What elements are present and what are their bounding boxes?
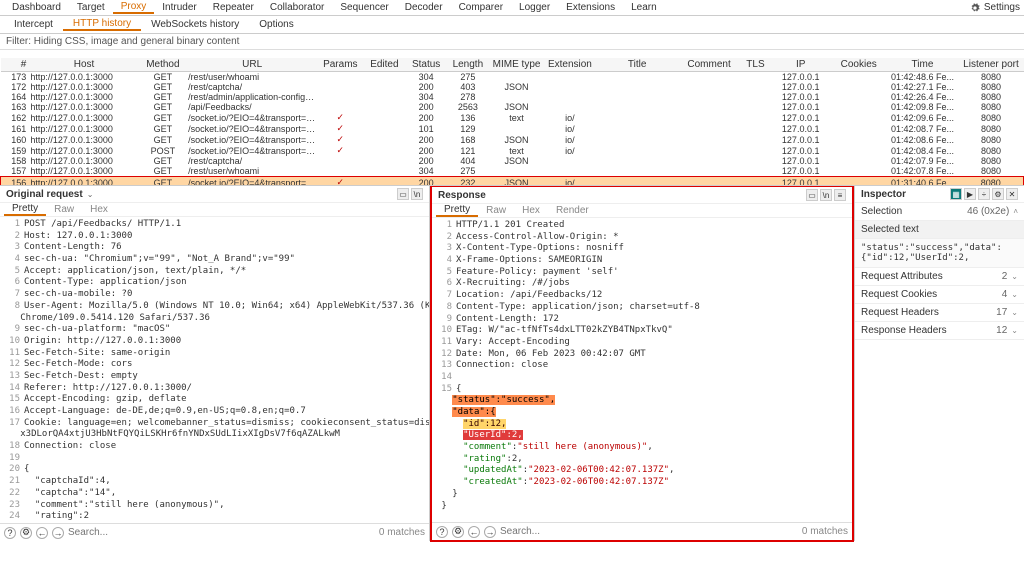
response-title: Response: [438, 190, 486, 201]
inspector-request-cookies[interactable]: Request Cookies4⌄: [855, 286, 1024, 304]
proxy-submenu: InterceptHTTP historyWebSockets historyO…: [0, 16, 1024, 34]
play-icon[interactable]: ▶: [964, 188, 976, 200]
main-menubar: DashboardTargetProxyIntruderRepeaterColl…: [0, 0, 1024, 16]
menu-extensions[interactable]: Extensions: [558, 2, 623, 13]
submenu-options[interactable]: Options: [249, 19, 303, 30]
inspector-pane: Inspector ▦ ▶ ÷ ⚙ ✕ Selection 46 (0x2e)˄…: [854, 186, 1024, 541]
col-url[interactable]: URL: [186, 58, 318, 72]
col-params[interactable]: Params: [318, 58, 362, 72]
settings-search-icon[interactable]: ⚙: [452, 526, 464, 538]
newline-icon[interactable]: \n: [820, 189, 832, 201]
prev-match-icon[interactable]: ←: [36, 527, 48, 539]
col-cookies[interactable]: Cookies: [831, 58, 887, 72]
tab-raw[interactable]: Raw: [46, 204, 82, 215]
tab-raw[interactable]: Raw: [478, 205, 514, 216]
selection-row[interactable]: Selection 46 (0x2e)˄: [855, 203, 1024, 221]
menu-dashboard[interactable]: Dashboard: [4, 2, 69, 13]
gear-icon: [970, 3, 980, 13]
response-match-count: 0 matches: [802, 526, 848, 537]
inspector-title: Inspector: [861, 189, 906, 200]
columns-icon[interactable]: ▦: [950, 188, 962, 200]
col-host[interactable]: Host: [28, 58, 139, 72]
request-tabs: PrettyRawHex: [0, 203, 429, 217]
request-search-input[interactable]: [68, 527, 375, 538]
prev-match-icon[interactable]: ←: [468, 526, 480, 538]
col-mimetype[interactable]: MIME type: [490, 58, 543, 72]
menu-repeater[interactable]: Repeater: [205, 2, 262, 13]
col-time[interactable]: Time: [887, 58, 959, 72]
gear-icon[interactable]: ⚙: [992, 188, 1004, 200]
response-search-input[interactable]: [500, 526, 798, 537]
menu-learn[interactable]: Learn: [623, 2, 665, 13]
request-title: Original request: [6, 189, 83, 200]
col-comment[interactable]: Comment: [678, 58, 741, 72]
next-match-icon[interactable]: →: [484, 526, 496, 538]
menu-intruder[interactable]: Intruder: [154, 2, 204, 13]
request-body[interactable]: 1POST /api/Feedbacks/ HTTP/1.12Host: 127…: [0, 217, 429, 523]
response-body[interactable]: 1HTTP/1.1 201 Created2Access-Control-All…: [432, 218, 852, 522]
tab-render[interactable]: Render: [548, 205, 597, 216]
col-ip[interactable]: IP: [771, 58, 831, 72]
next-match-icon[interactable]: →: [52, 527, 64, 539]
inspector-response-headers[interactable]: Response Headers12⌄: [855, 322, 1024, 340]
col-title[interactable]: Title: [597, 58, 678, 72]
inspector-request-attributes[interactable]: Request Attributes2⌄: [855, 268, 1024, 286]
newline-icon[interactable]: \n: [411, 188, 423, 200]
table-row[interactable]: 173http://127.0.0.1:3000GET/rest/user/wh…: [1, 72, 1024, 83]
layout-icon[interactable]: ▭: [806, 189, 818, 201]
response-tabs: PrettyRawHexRender: [432, 204, 852, 218]
col-length[interactable]: Length: [446, 58, 490, 72]
settings-link[interactable]: Settings: [984, 2, 1020, 13]
col-extension[interactable]: Extension: [543, 58, 596, 72]
col-status[interactable]: Status: [406, 58, 445, 72]
close-icon[interactable]: ≡: [834, 189, 846, 201]
tab-hex[interactable]: Hex: [82, 204, 116, 215]
table-row[interactable]: 159http://127.0.0.1:3000POST/socket.io/?…: [1, 145, 1024, 156]
menu-sequencer[interactable]: Sequencer: [332, 2, 396, 13]
submenu-websockets-history[interactable]: WebSockets history: [141, 19, 249, 30]
menu-collaborator[interactable]: Collaborator: [262, 2, 332, 13]
response-pane: Response ▭ \n ≡ PrettyRawHexRender 1HTTP…: [430, 185, 854, 542]
table-row[interactable]: 160http://127.0.0.1:3000GET/socket.io/?E…: [1, 134, 1024, 145]
table-row[interactable]: 172http://127.0.0.1:3000GET/rest/captcha…: [1, 82, 1024, 92]
settings-search-icon[interactable]: ⚙: [20, 527, 32, 539]
tab-pretty[interactable]: Pretty: [4, 203, 46, 216]
search-icon[interactable]: ?: [436, 526, 448, 538]
search-icon[interactable]: ?: [4, 527, 16, 539]
col-method[interactable]: Method: [140, 58, 186, 72]
selected-text-header: Selected text: [855, 221, 1024, 239]
submenu-http-history[interactable]: HTTP history: [63, 18, 141, 31]
chevron-up-icon: ˄: [1013, 207, 1018, 216]
menu-decoder[interactable]: Decoder: [397, 2, 451, 13]
table-row[interactable]: 157http://127.0.0.1:3000GET/rest/user/wh…: [1, 166, 1024, 177]
table-row[interactable]: 161http://127.0.0.1:3000GET/socket.io/?E…: [1, 123, 1024, 134]
close-icon[interactable]: ✕: [1006, 188, 1018, 200]
selected-text-value: "status":"success","data":{"id":12,"User…: [855, 239, 1024, 268]
col-[interactable]: #: [1, 58, 29, 72]
menu-comparer[interactable]: Comparer: [451, 2, 511, 13]
table-row[interactable]: 156http://127.0.0.1:3000GET/socket.io/?E…: [1, 177, 1024, 187]
history-table[interactable]: #HostMethodURLParamsEditedStatusLengthMI…: [0, 58, 1024, 186]
menu-proxy[interactable]: Proxy: [113, 1, 155, 14]
table-row[interactable]: 158http://127.0.0.1:3000GET/rest/captcha…: [1, 156, 1024, 166]
submenu-intercept[interactable]: Intercept: [4, 19, 63, 30]
divide-icon[interactable]: ÷: [978, 188, 990, 200]
table-row[interactable]: 164http://127.0.0.1:3000GET/rest/admin/a…: [1, 92, 1024, 102]
filter-row[interactable]: Filter: Hiding CSS, image and general bi…: [0, 34, 1024, 50]
chevron-down-icon[interactable]: ⌄: [87, 190, 94, 199]
menu-target[interactable]: Target: [69, 2, 113, 13]
request-match-count: 0 matches: [379, 527, 425, 538]
layout-icon[interactable]: ▭: [397, 188, 409, 200]
request-pane: Original request ⌄ ▭ \n PrettyRawHex 1PO…: [0, 186, 430, 541]
col-listenerport[interactable]: Listener port: [958, 58, 1023, 72]
tab-hex[interactable]: Hex: [514, 205, 548, 216]
menu-logger[interactable]: Logger: [511, 2, 558, 13]
inspector-request-headers[interactable]: Request Headers17⌄: [855, 304, 1024, 322]
tab-pretty[interactable]: Pretty: [436, 204, 478, 217]
table-row[interactable]: 162http://127.0.0.1:3000GET/socket.io/?E…: [1, 112, 1024, 123]
col-tls[interactable]: TLS: [740, 58, 770, 72]
col-edited[interactable]: Edited: [362, 58, 406, 72]
table-row[interactable]: 163http://127.0.0.1:3000GET/api/Feedback…: [1, 102, 1024, 112]
